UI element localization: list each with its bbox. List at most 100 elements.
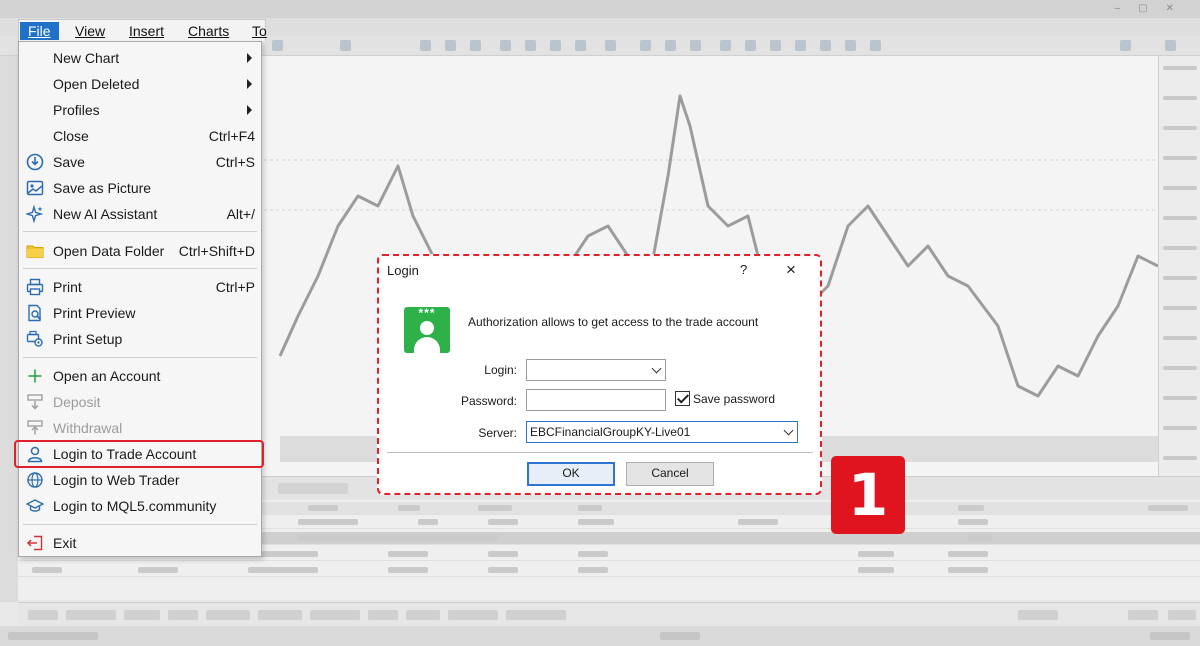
menu-item-label: Exit: [53, 535, 77, 551]
menu-item-label: Print: [53, 279, 82, 295]
menu-separator: [23, 357, 257, 358]
menu-item-save-as-picture[interactable]: Save as Picture: [19, 175, 261, 201]
menu-item-label: Print Setup: [53, 331, 123, 347]
menu-item-print-preview[interactable]: Print Preview: [19, 300, 261, 326]
account-avatar-icon: ***: [404, 307, 450, 353]
menu-item-exit[interactable]: Exit: [19, 530, 261, 556]
menu-item-login-mql5[interactable]: Login to MQL5.community: [19, 493, 261, 519]
toolbar-icon: [445, 40, 456, 51]
window-titlebar: –▢✕: [0, 0, 1200, 18]
menu-item-print-setup[interactable]: Print Setup: [19, 326, 261, 352]
menu-item-label: Save as Picture: [53, 180, 152, 196]
chevron-down-icon: [783, 425, 794, 436]
toolbar-icon: [720, 40, 731, 51]
user-icon: [27, 446, 43, 463]
password-field[interactable]: [526, 389, 666, 411]
exit-icon: [26, 535, 43, 551]
server-value: EBCFinancialGroupKY-Live01: [530, 425, 691, 439]
menu-item-label: Save: [53, 154, 85, 170]
help-icon[interactable]: ?: [740, 262, 747, 277]
toolbar-icon: [770, 40, 781, 51]
menu-item-new-chart[interactable]: New Chart: [19, 45, 261, 71]
step-number-badge: 1: [831, 456, 905, 534]
menu-item-label: Open an Account: [53, 368, 161, 384]
save-icon: [26, 153, 44, 171]
menu-separator: [23, 524, 257, 525]
toolbar-icon: [665, 40, 676, 51]
menu-tools[interactable]: To: [244, 22, 275, 40]
password-label: Password:: [460, 394, 517, 408]
toolbar-icon: [795, 40, 806, 51]
status-bar: [0, 626, 1200, 646]
shortcut-label: Ctrl+Shift+D: [178, 243, 255, 259]
main-menubar: File View Insert Charts To: [18, 19, 267, 41]
deposit-icon: [27, 394, 43, 410]
menu-item-label: Login to MQL5.community: [53, 498, 217, 514]
menu-item-withdrawal[interactable]: Withdrawal: [19, 415, 261, 441]
ok-button[interactable]: OK: [527, 462, 615, 486]
menu-separator: [23, 231, 257, 232]
dialog-divider: [387, 452, 813, 453]
server-combobox[interactable]: EBCFinancialGroupKY-Live01: [526, 421, 798, 443]
toolbar-icon: [420, 40, 431, 51]
toolbar-icon: [845, 40, 856, 51]
left-panel: [0, 56, 18, 602]
menu-item-print[interactable]: Print Ctrl+P: [19, 274, 261, 300]
shortcut-label: Ctrl+F4: [208, 128, 255, 144]
menu-item-label: Open Deleted: [53, 76, 140, 92]
menu-item-label: Profiles: [53, 102, 100, 118]
toolbar-icon: [605, 40, 616, 51]
picture-icon: [26, 180, 44, 196]
cancel-button[interactable]: Cancel: [626, 462, 714, 486]
menu-item-label: Print Preview: [53, 305, 136, 321]
toolbar-icon: [272, 40, 283, 51]
avatar-stars: ***: [418, 307, 436, 320]
menu-item-label: Deposit: [53, 394, 101, 410]
submenu-arrow-icon: [247, 105, 252, 115]
globe-icon: [27, 472, 43, 488]
menu-insert[interactable]: Insert: [121, 22, 172, 40]
toolbar-icon: [1120, 40, 1131, 51]
file-menu-dropdown: New Chart Open Deleted Profiles Close Ct…: [14, 41, 264, 557]
save-password-checkbox[interactable]: [675, 391, 690, 406]
menu-separator: [23, 268, 257, 269]
menu-item-login-trade-account[interactable]: Login to Trade Account: [14, 440, 264, 468]
toolbar-icon: [500, 40, 511, 51]
menu-item-save[interactable]: Save Ctrl+S: [19, 149, 261, 175]
login-dialog: Login ? × *** Authorization allows to ge…: [383, 259, 817, 491]
shortcut-label: Ctrl+P: [215, 279, 255, 295]
window-controls: –▢✕: [1114, 3, 1192, 14]
menu-file[interactable]: File: [20, 22, 59, 40]
print-setup-icon: [26, 330, 43, 347]
toolbox-tabs: [18, 602, 1200, 626]
withdrawal-icon: [27, 420, 43, 435]
toolbar-icon: [690, 40, 701, 51]
menu-item-profiles[interactable]: Profiles: [19, 97, 261, 123]
shortcut-label: Alt+/: [226, 206, 255, 222]
menu-item-open-account[interactable]: Open an Account: [19, 363, 261, 389]
close-icon[interactable]: ×: [786, 260, 796, 280]
ai-sparkle-icon: [26, 205, 44, 223]
login-combobox[interactable]: [526, 359, 666, 381]
menu-item-close[interactable]: Close Ctrl+F4: [19, 123, 261, 149]
toolbar-icon: [575, 40, 586, 51]
menu-item-open-deleted[interactable]: Open Deleted: [19, 71, 261, 97]
menu-item-label: Login to Web Trader: [53, 472, 180, 488]
save-password-label: Save password: [693, 392, 776, 406]
menu-view[interactable]: View: [67, 22, 113, 40]
menu-item-label: Open Data Folder: [53, 243, 165, 259]
menu-item-new-ai-assistant[interactable]: New AI Assistant Alt+/: [19, 201, 261, 227]
menu-item-login-web-trader[interactable]: Login to Web Trader: [19, 467, 261, 493]
toolbar-icon: [340, 40, 351, 51]
submenu-arrow-icon: [247, 79, 252, 89]
price-scale: [1158, 56, 1200, 476]
menu-charts[interactable]: Charts: [180, 22, 237, 40]
shortcut-label: Ctrl+S: [215, 154, 255, 170]
menu-item-open-data-folder[interactable]: Open Data Folder Ctrl+Shift+D: [19, 238, 261, 264]
toolbar-icon: [470, 40, 481, 51]
menu-item-label: New AI Assistant: [53, 206, 158, 222]
toolbar-icon: [1165, 40, 1176, 51]
toolbar-icon: [640, 40, 651, 51]
submenu-arrow-icon: [247, 53, 252, 63]
menu-item-deposit[interactable]: Deposit: [19, 389, 261, 415]
